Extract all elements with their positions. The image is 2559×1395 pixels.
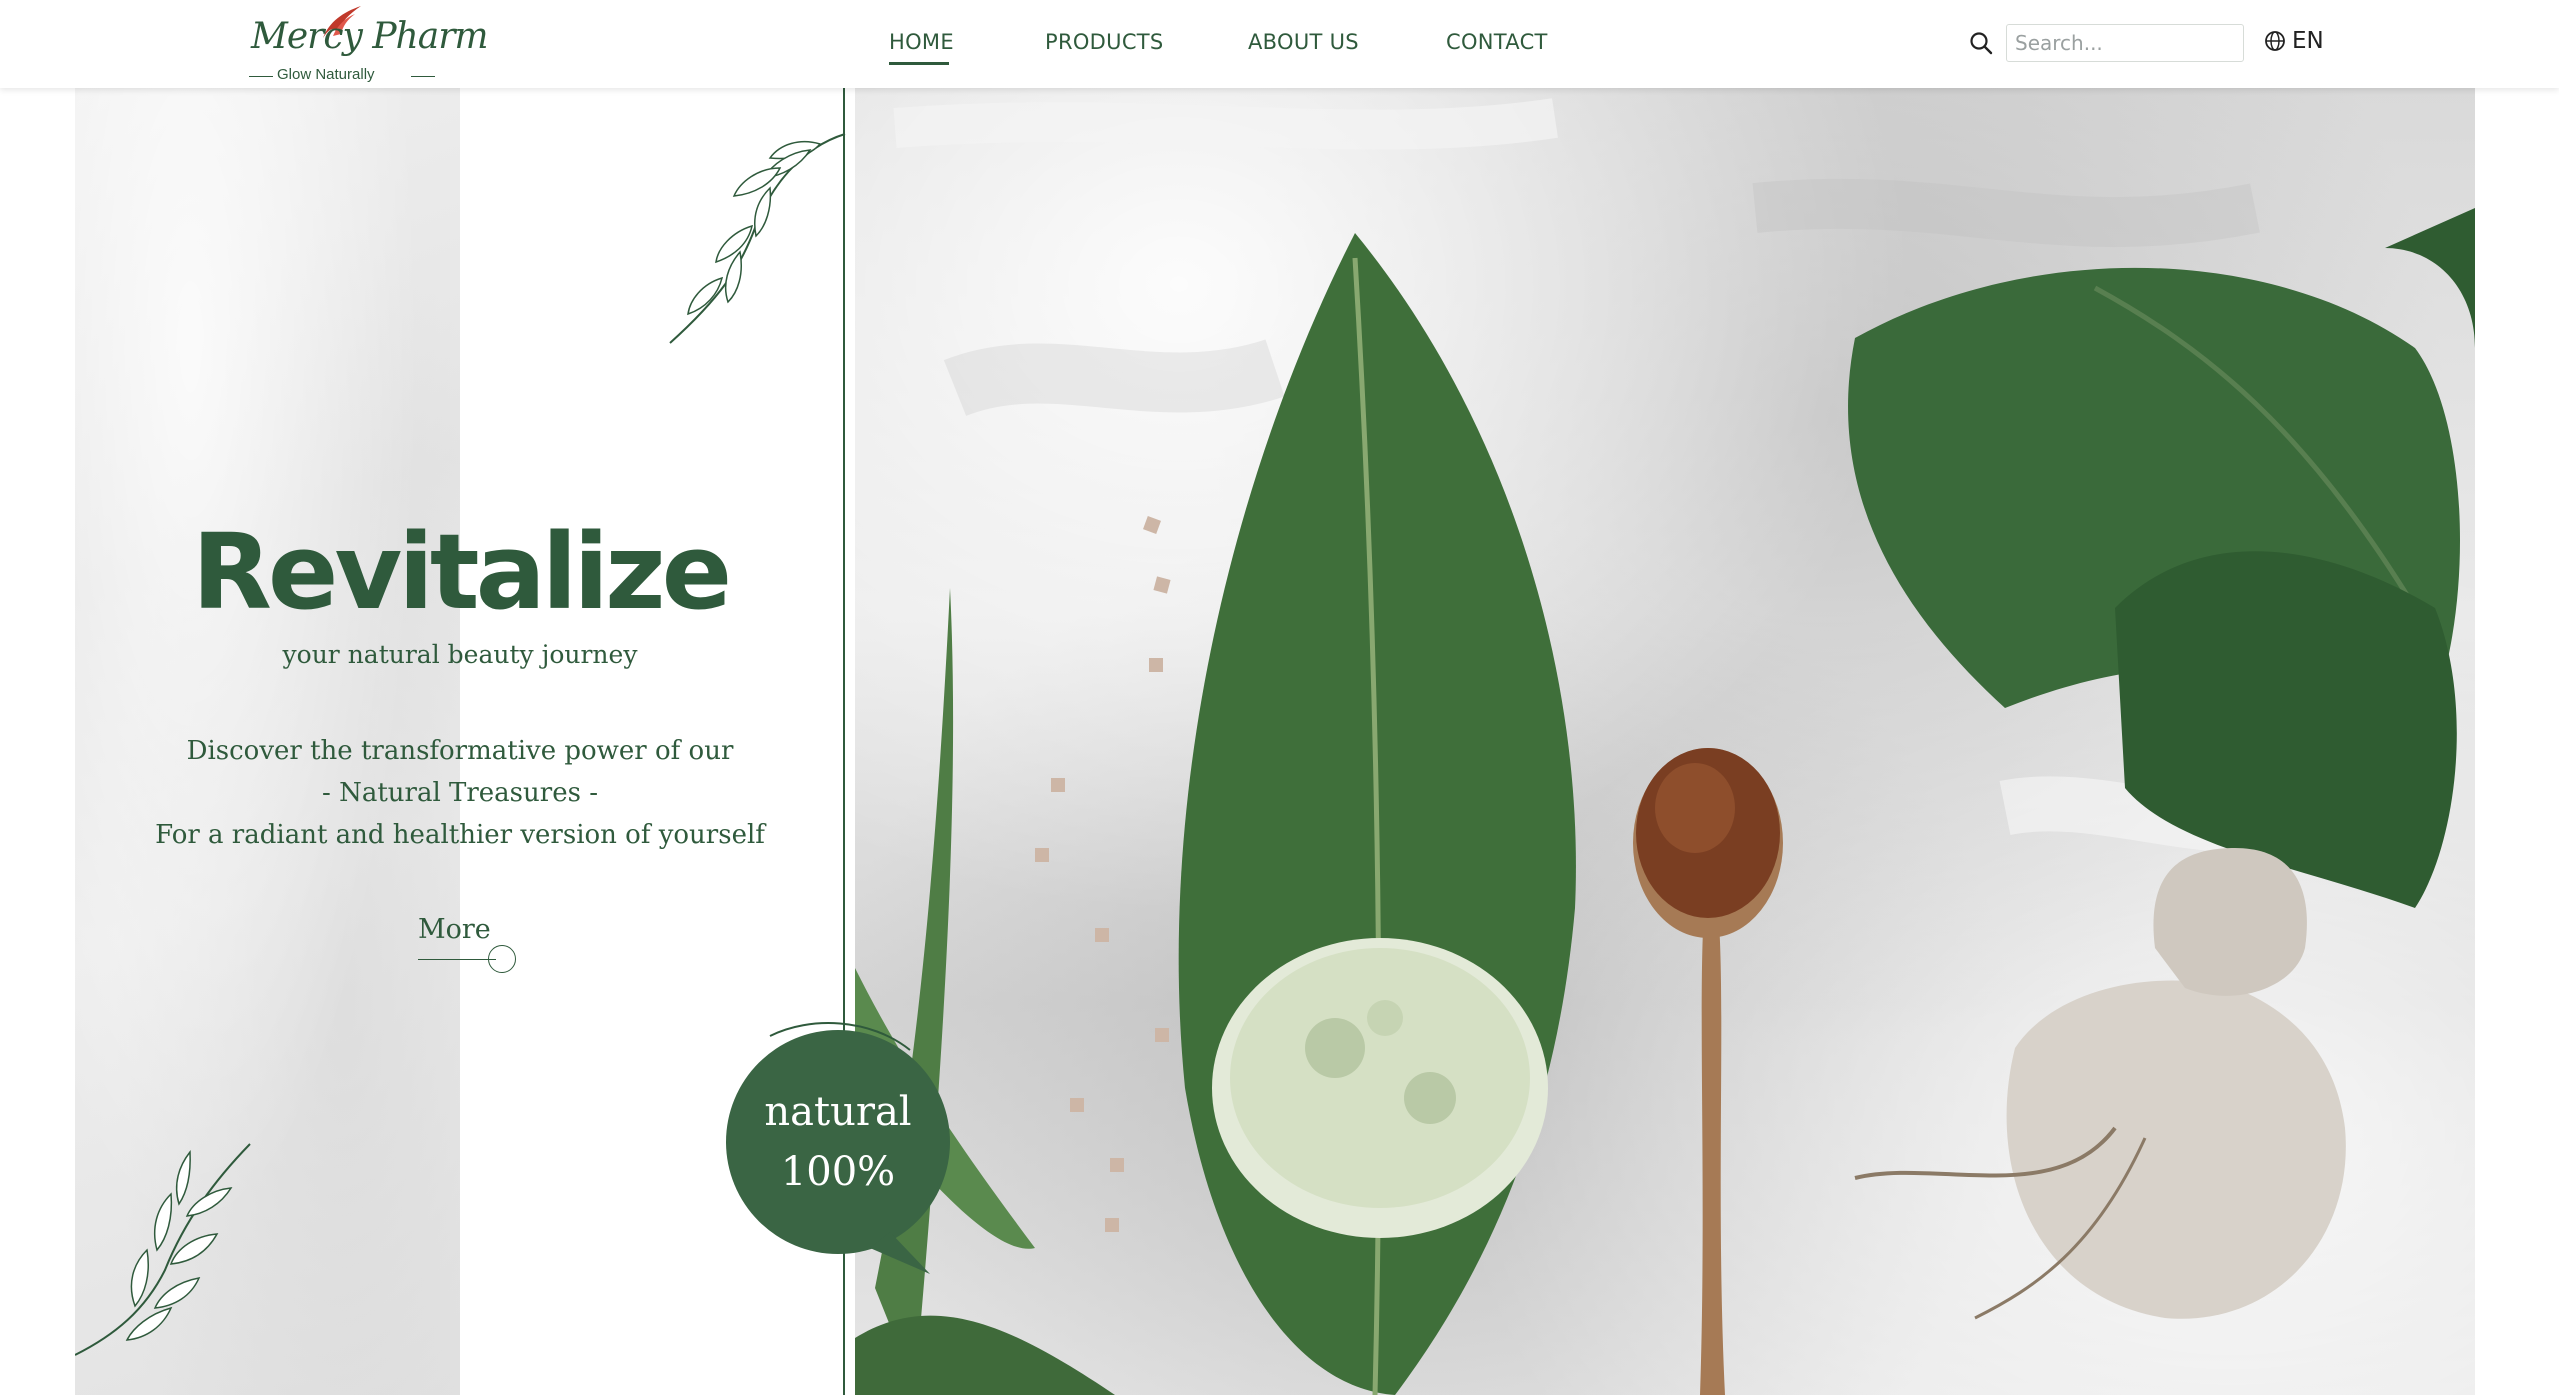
leaf-branch-bottom-icon: [75, 1143, 251, 1356]
nav-home[interactable]: HOME: [889, 30, 954, 54]
hero-description-line: For a radiant and healthier version of y…: [155, 820, 765, 850]
spa-products-illustration: [855, 98, 2475, 1395]
hero-subtitle: your natural beauty journey: [282, 640, 638, 669]
search-input[interactable]: [2006, 24, 2244, 62]
more-label: More: [418, 914, 491, 945]
hero-description-line: Discover the transformative power of our: [186, 736, 734, 766]
site-header: Mercy Pharm Glow Naturally HOME PRODUCTS…: [0, 0, 2559, 88]
globe-icon: [2265, 31, 2285, 51]
nav-products[interactable]: PRODUCTS: [1045, 30, 1164, 54]
nav-contact[interactable]: CONTACT: [1446, 30, 1548, 54]
hero-image: [855, 88, 2475, 1395]
search-icon[interactable]: [1969, 31, 1993, 55]
badge-text: natural 100%: [726, 1030, 950, 1254]
nav-active-indicator: [889, 62, 949, 65]
more-underline: [418, 959, 496, 960]
nav-about-us[interactable]: ABOUT US: [1248, 30, 1359, 54]
page-gutter: [2475, 88, 2559, 1395]
hero-title: Revitalize: [191, 511, 732, 633]
leaf-branch-top-icon: [669, 133, 846, 344]
natural-badge: natural 100%: [720, 1010, 960, 1280]
hero-description-line: - Natural Treasures -: [322, 778, 598, 808]
badge-line-percent: 100%: [780, 1149, 896, 1195]
language-selector[interactable]: EN: [2264, 28, 2324, 54]
language-label: EN: [2292, 28, 2324, 54]
more-circle-icon: [488, 945, 516, 973]
hero-description: Discover the transformative power of our…: [0, 730, 920, 856]
badge-line-natural: natural: [764, 1089, 912, 1135]
more-link[interactable]: More: [418, 914, 528, 973]
